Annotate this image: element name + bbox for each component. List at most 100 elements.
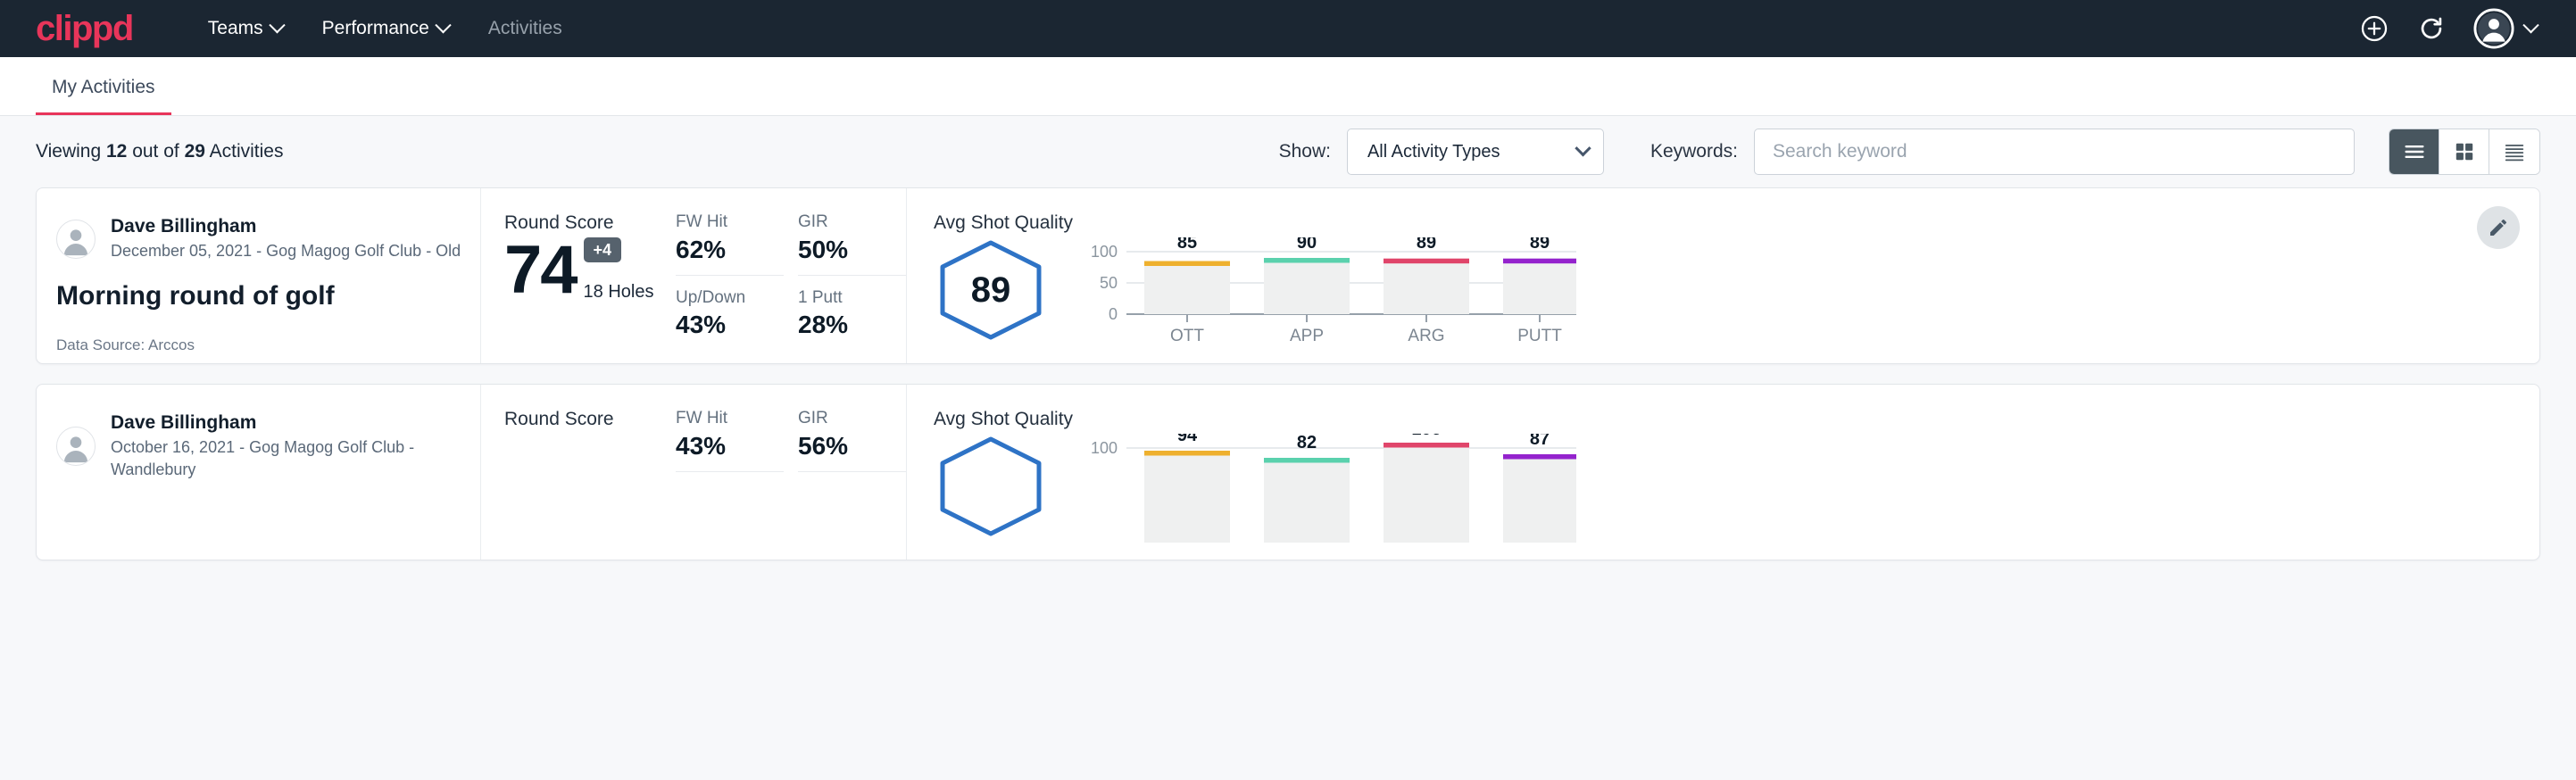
bar-arg: 106 (1384, 434, 1469, 543)
activity-meta: December 05, 2021 - Gog Magog Golf Club … (111, 240, 461, 262)
nav-item-activities[interactable]: Activities (469, 0, 582, 57)
refresh-icon[interactable] (2416, 13, 2447, 44)
account-menu[interactable] (2473, 8, 2537, 49)
bar-ott-label: OTT (1170, 327, 1204, 345)
bar-ott: 85 OTT (1144, 237, 1230, 345)
account-circle-icon (2473, 8, 2514, 49)
chevron-down-icon (269, 17, 285, 33)
clippd-logo[interactable]: clippd (36, 11, 133, 46)
bar-putt-label: PUTT (1517, 327, 1562, 345)
viewing-count: 12 (106, 141, 127, 162)
keywords-label: Keywords: (1650, 141, 1738, 162)
bar-app: 90 APP (1264, 237, 1350, 345)
activity-info: Dave Billingham December 05, 2021 - Gog … (37, 188, 481, 363)
add-circle-icon[interactable] (2359, 13, 2389, 44)
holes-played: 18 Holes (584, 282, 654, 303)
tab-my-activities[interactable]: My Activities (36, 77, 171, 115)
activity-type-select-value: All Activity Types (1367, 142, 1577, 162)
show-label: Show: (1279, 141, 1331, 162)
player-name: Dave Billingham (111, 411, 480, 435)
player-header: Dave Billingham October 16, 2021 - Gog M… (56, 411, 480, 482)
bar-putt: 87 (1503, 434, 1576, 543)
chevron-down-icon (1575, 140, 1591, 156)
navbar-actions (2359, 8, 2537, 49)
stat-gir: GIR 56% (798, 409, 906, 472)
bar-app-value: 90 (1297, 237, 1317, 253)
shot-quality-hexagon: 89 (934, 237, 1068, 347)
player-header: Dave Billingham December 05, 2021 - Gog … (56, 215, 480, 262)
chevron-down-icon (2522, 17, 2539, 33)
search-input-wrapper[interactable] (1754, 129, 2355, 175)
shot-quality-value: 89 (971, 270, 1011, 310)
stat-gir: GIR 50% (798, 212, 906, 276)
viewing-count-text: Viewing 12 out of 29 Activities (36, 141, 283, 162)
bar-putt-value: 89 (1530, 237, 1550, 253)
viewing-mid: out of (127, 141, 184, 162)
bar-arg-label: ARG (1408, 327, 1444, 345)
shot-quality-bar-chart: 100 50 0 85 OTT (1084, 237, 2539, 351)
chevron-down-icon (435, 17, 451, 33)
stat-fw-hit-value: 43% (676, 433, 769, 461)
activity-data-source: Data Source: Arccos (56, 336, 480, 354)
stat-gir-label: GIR (798, 409, 892, 429)
bar-putt: 89 PUTT (1503, 237, 1576, 345)
viewing-suffix: Activities (205, 141, 284, 162)
bar-app-value: 82 (1297, 434, 1317, 452)
bar-app: 82 (1264, 434, 1350, 543)
shot-quality-hexagon (934, 434, 1068, 544)
filter-bar: Viewing 12 out of 29 Activities Show: Al… (0, 116, 2576, 187)
activity-title: Morning round of golf (56, 281, 480, 311)
bar-putt-value: 87 (1530, 434, 1550, 449)
nav-item-activities-label: Activities (488, 0, 562, 57)
bar-chart-svg: 100 94 82 (1084, 434, 1583, 543)
activity-card[interactable]: Dave Billingham October 16, 2021 - Gog M… (36, 384, 2540, 560)
compact-view-icon[interactable] (2489, 129, 2539, 174)
bar-ott-value: 85 (1177, 237, 1197, 253)
bar-arg-value: 89 (1417, 237, 1436, 253)
grid-view-icon[interactable] (2439, 129, 2489, 174)
tab-bar: My Activities (0, 57, 2576, 116)
list-view-icon[interactable] (2389, 129, 2439, 174)
stat-one-putt-label: 1 Putt (798, 288, 892, 309)
avg-shot-quality-heading: Avg Shot Quality (934, 409, 2539, 430)
stat-fw-hit-label: FW Hit (676, 409, 769, 429)
stat-one-putt: 1 Putt 28% (798, 288, 906, 340)
round-score-heading: Round Score (504, 212, 676, 234)
activity-card-list: Dave Billingham December 05, 2021 - Gog … (0, 187, 2576, 560)
round-stats: FW Hit 43% GIR 56% (676, 385, 906, 560)
activity-card[interactable]: Dave Billingham December 05, 2021 - Gog … (36, 187, 2540, 364)
search-input[interactable] (1773, 141, 2336, 162)
score-to-par-badge: +4 (584, 237, 622, 262)
activity-type-select[interactable]: All Activity Types (1347, 129, 1604, 175)
nav-item-teams-label: Teams (208, 0, 263, 57)
tab-my-activities-label: My Activities (52, 77, 155, 97)
bar-ott: 94 (1144, 434, 1230, 543)
nav-item-performance-label: Performance (322, 0, 429, 57)
avg-shot-quality-section: Avg Shot Quality 100 94 (906, 385, 2539, 560)
stat-one-putt-value: 28% (798, 311, 892, 339)
filter-controls: Show: All Activity Types Keywords: (1279, 129, 2540, 175)
pencil-icon (2488, 217, 2509, 238)
stat-fw-hit: FW Hit 62% (676, 212, 784, 276)
ytick-100: 100 (1091, 439, 1118, 457)
edit-activity-button[interactable] (2477, 206, 2520, 249)
round-score-heading: Round Score (504, 409, 676, 430)
activity-meta: October 16, 2021 - Gog Magog Golf Club -… (111, 436, 480, 481)
ytick-50: 50 (1100, 274, 1118, 292)
viewing-prefix: Viewing (36, 141, 106, 162)
stat-gir-value: 50% (798, 236, 892, 264)
nav-item-performance[interactable]: Performance (303, 0, 469, 57)
stat-up-down-label: Up/Down (676, 288, 769, 309)
stat-up-down-value: 43% (676, 311, 769, 339)
bar-chart-svg: 100 50 0 85 OTT (1084, 237, 1583, 346)
nav-item-teams[interactable]: Teams (188, 0, 303, 57)
stat-fw-hit: FW Hit 43% (676, 409, 784, 472)
stat-fw-hit-value: 62% (676, 236, 769, 264)
stat-gir-value: 56% (798, 433, 892, 461)
avg-shot-quality-heading: Avg Shot Quality (934, 212, 2539, 234)
bar-arg: 89 ARG (1384, 237, 1469, 345)
shot-quality-bar-chart: 100 94 82 (1084, 434, 2539, 547)
view-toggle-group (2389, 129, 2540, 175)
stat-gir-label: GIR (798, 212, 892, 233)
activity-info: Dave Billingham October 16, 2021 - Gog M… (37, 385, 481, 560)
